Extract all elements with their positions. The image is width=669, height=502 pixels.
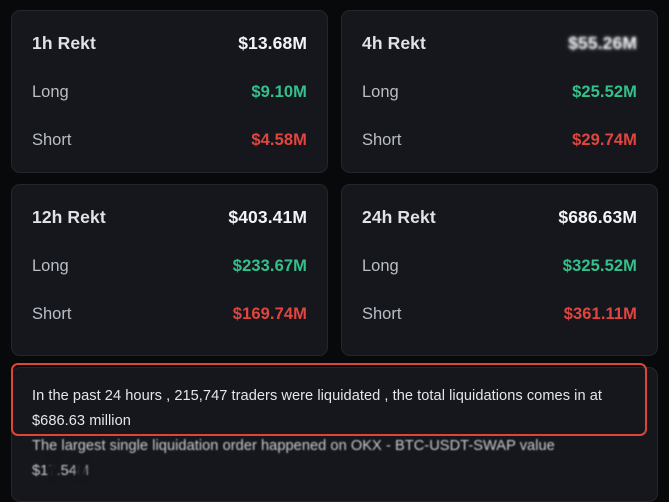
rekt-card-title: 12h Rekt — [32, 207, 106, 227]
rekt-card-title: 24h Rekt — [362, 207, 436, 227]
rekt-card-12h[interactable]: 12h Rekt $403.41M Long $233.67M Short $1… — [11, 184, 328, 356]
rekt-card-long-row: Long $25.52M — [362, 83, 637, 102]
liquidation-dashboard: 1h Rekt $13.68M Long $9.10M Short $4.58M… — [0, 0, 669, 502]
rekt-card-4h[interactable]: 4h Rekt $55.26M Long $25.52M Short $29.7… — [341, 10, 658, 173]
rekt-card-short-row: Short $4.58M — [32, 131, 307, 150]
short-label: Short — [362, 305, 402, 323]
liquidation-summary-card: In the past 24 hours , 215,747 traders w… — [11, 367, 658, 502]
rekt-card-total: $686.63M — [558, 207, 637, 227]
smudge-overlay-b — [76, 457, 86, 479]
summary-primary-text: In the past 24 hours , 215,747 traders w… — [32, 388, 602, 429]
long-value: $25.52M — [572, 83, 637, 101]
short-value: $169.74M — [232, 305, 307, 323]
rekt-card-short-row: Short $169.74M — [32, 305, 307, 324]
long-label: Long — [32, 257, 69, 275]
short-value: $29.74M — [572, 131, 637, 149]
short-value: $361.11M — [563, 305, 637, 323]
rekt-card-header: 4h Rekt $55.26M — [362, 33, 637, 54]
long-label: Long — [362, 257, 399, 275]
short-label: Short — [362, 131, 402, 149]
summary-secondary-value-row: $17.54M — [32, 457, 632, 484]
rekt-card-short-row: Short $361.11M — [362, 305, 637, 324]
short-label: Short — [32, 305, 72, 323]
summary-secondary-text: The largest single liquidation order hap… — [32, 438, 555, 454]
long-label: Long — [32, 83, 69, 101]
short-value: $4.58M — [251, 131, 307, 149]
long-value: $233.67M — [232, 257, 307, 275]
short-label: Short — [32, 131, 72, 149]
rekt-card-long-row: Long $325.52M — [362, 257, 637, 276]
rekt-card-header: 24h Rekt $686.63M — [362, 207, 637, 228]
rekt-card-long-row: Long $233.67M — [32, 257, 307, 276]
rekt-card-24h[interactable]: 24h Rekt $686.63M Long $325.52M Short $3… — [341, 184, 658, 356]
largest-order-value: $17.54M — [32, 457, 89, 484]
rekt-card-title: 4h Rekt — [362, 33, 426, 53]
rekt-card-total: $55.26M — [568, 33, 637, 53]
rekt-card-header: 1h Rekt $13.68M — [32, 33, 307, 54]
rekt-card-1h[interactable]: 1h Rekt $13.68M Long $9.10M Short $4.58M — [11, 10, 328, 173]
long-value: $325.52M — [562, 257, 637, 275]
rekt-card-header: 12h Rekt $403.41M — [32, 207, 307, 228]
rekt-card-total: $13.68M — [238, 33, 307, 53]
long-label: Long — [362, 83, 399, 101]
rekt-card-long-row: Long $9.10M — [32, 83, 307, 102]
smudge-overlay-a — [49, 457, 58, 479]
rekt-card-total: $403.41M — [228, 207, 307, 227]
long-value: $9.10M — [251, 83, 307, 101]
rekt-card-grid: 1h Rekt $13.68M Long $9.10M Short $4.58M… — [11, 10, 658, 356]
rekt-card-title: 1h Rekt — [32, 33, 96, 53]
rekt-card-short-row: Short $29.74M — [362, 131, 637, 150]
